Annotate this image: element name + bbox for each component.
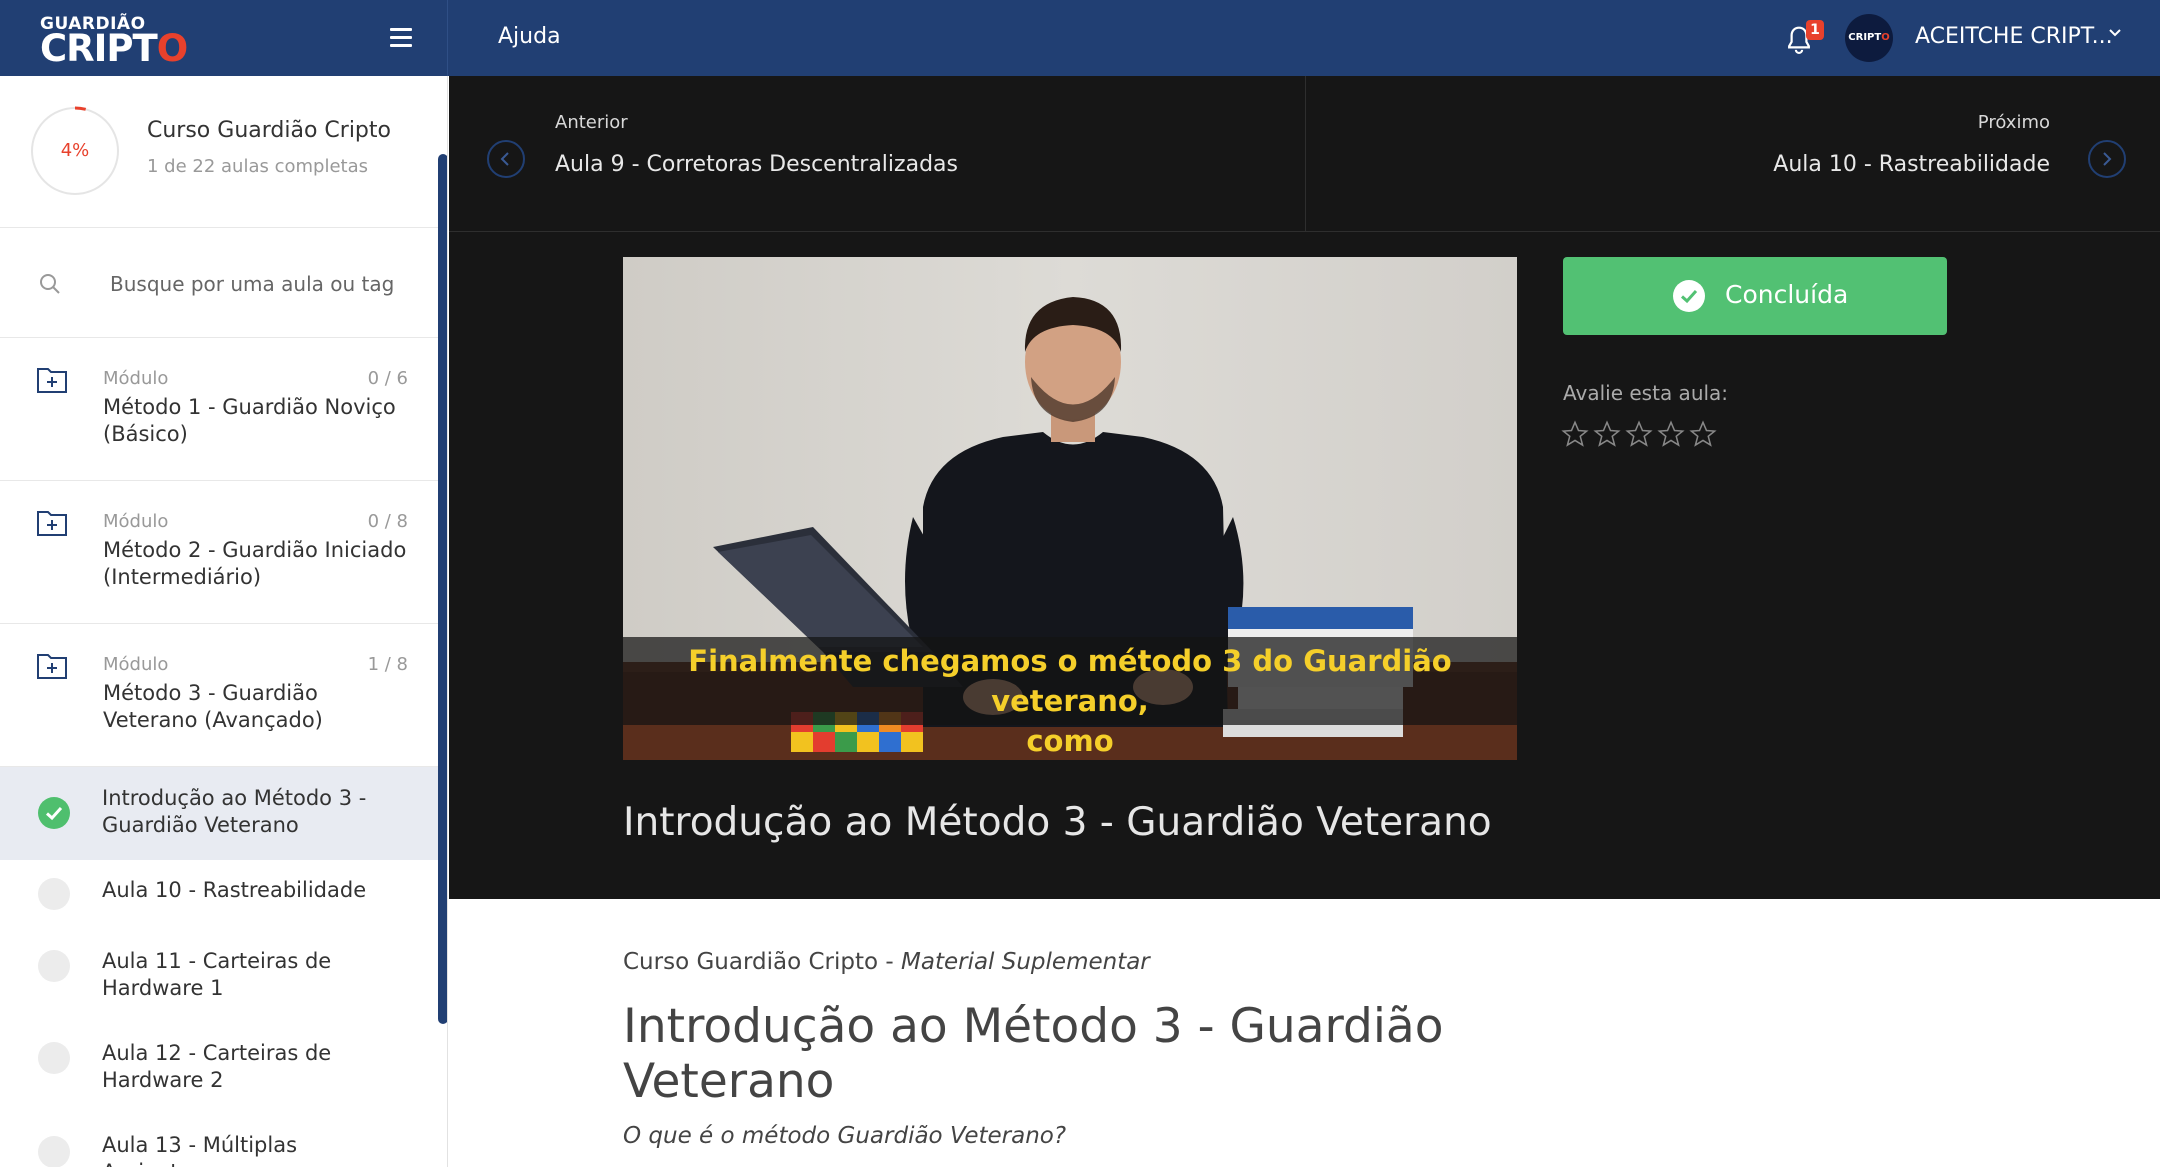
course-progress-text: 1 de 22 aulas completas [147,156,369,177]
avatar-accent: O [1881,32,1890,43]
rating-stars [1561,420,1721,452]
module-item[interactable]: Módulo 0 / 8 Método 2 - Guardião Iniciad… [0,481,438,624]
star-icon[interactable] [1657,420,1685,448]
lesson-search [0,228,438,338]
complete-label: Concluída [1725,280,1849,309]
lesson-item[interactable]: Aula 11 - Carteiras de Hardware 1 [0,926,438,1018]
search-input[interactable] [110,266,410,302]
rating-label: Avalie esta aula: [1563,381,1729,405]
prev-kicker: Anterior [555,112,628,133]
content-question: O que é o método Guardião Veterano? [623,1123,1067,1149]
chevron-left-icon[interactable] [487,140,525,178]
lesson-content: Curso Guardião Cripto - Material Supleme… [449,899,2160,1167]
logo-main-text: CRIPTO [40,27,188,70]
lesson-title: Aula 11 - Carteiras de Hardware 1 [102,949,332,1000]
next-lesson-link[interactable]: Próximo Aula 10 - Rastreabilidade [1307,76,2160,232]
top-bar: GUARDIÃO CRIPTO Ajuda 1 CRIPTO ACEITCHE … [0,0,2160,76]
avatar-text: CRIPT [1848,32,1882,43]
logo[interactable]: GUARDIÃO CRIPTO [0,0,448,76]
content-title: Introdução ao Método 3 - Guardião Vetera… [623,999,1444,1109]
module-count: 0 / 8 [367,511,408,532]
prev-title: Aula 9 - Corretoras Descentralizadas [555,152,958,177]
crumb-separator: - [878,949,901,975]
menu-icon[interactable] [390,28,412,48]
star-icon[interactable] [1689,420,1717,448]
logo-main-letters: CRIPT [40,27,158,70]
lesson-title-heading: Introdução ao Método 3 - Guardião Vetera… [623,800,1492,845]
status-circle-icon [38,950,70,982]
module-count: 1 / 8 [367,654,408,675]
module-kicker: Módulo [103,368,169,389]
lesson-item-active[interactable]: Introdução ao Método 3 - Guardião Vetera… [0,767,438,860]
previous-lesson-link[interactable]: Anterior Aula 9 - Corretoras Descentrali… [449,76,1306,232]
lesson-title: Introdução ao Método 3 - Guardião Vetera… [102,786,367,837]
lesson-player-area: Anterior Aula 9 - Corretoras Descentrali… [449,76,2160,899]
crumb-course: Curso Guardião Cripto [623,949,879,975]
star-icon[interactable] [1561,420,1589,448]
video-player[interactable]: Finalmente chegamos o método 3 do Guardi… [623,257,1517,760]
star-icon[interactable] [1593,420,1621,448]
lesson-title: Aula 10 - Rastreabilidade [102,878,367,902]
next-kicker: Próximo [1977,112,2050,133]
lesson-title: Aula 13 - Múltiplas Assinaturas [102,1133,298,1167]
chevron-right-icon[interactable] [2088,140,2126,178]
lesson-item[interactable]: Aula 13 - Múltiplas Assinaturas [0,1110,438,1167]
status-circle-icon [38,1136,70,1167]
module-kicker: Módulo [103,511,169,532]
breadcrumb: Curso Guardião Cripto - Material Supleme… [623,949,1150,975]
lesson-item[interactable]: Aula 10 - Rastreabilidade [0,860,438,926]
folder-plus-icon [37,654,67,679]
module-count: 0 / 6 [367,368,408,389]
logo-main-accent: O [156,27,188,70]
lesson-nav: Anterior Aula 9 - Corretoras Descentrali… [449,76,2160,232]
notification-badge: 1 [1806,20,1824,40]
check-circle-icon [38,797,70,829]
status-circle-icon [38,878,70,910]
chevron-down-icon[interactable] [2108,26,2122,40]
crumb-section: Material Suplementar [901,949,1150,975]
search-icon [40,274,60,294]
sidebar-scrollbar[interactable] [438,154,447,1024]
progress-percent: 4% [60,140,90,161]
check-circle-icon [1673,280,1705,312]
module-title: Método 2 - Guardião Iniciado (Intermediá… [103,538,407,589]
help-link[interactable]: Ajuda [498,24,561,49]
next-title: Aula 10 - Rastreabilidade [1773,152,2050,177]
module-kicker: Módulo [103,654,169,675]
module-title: Método 3 - Guardião Veterano (Avançado) [103,681,323,732]
folder-plus-icon [37,368,67,393]
video-subtitle: Finalmente chegamos o método 3 do Guardi… [623,637,1517,758]
status-circle-icon [38,1042,70,1074]
course-title: Curso Guardião Cripto [147,118,391,143]
lesson-title: Aula 12 - Carteiras de Hardware 2 [102,1041,332,1092]
subtitle-line-1: Finalmente chegamos o método 3 do Guardi… [688,644,1452,718]
star-icon[interactable] [1625,420,1653,448]
subtitle-line-2: como [1026,724,1114,758]
sidebar: 4% Curso Guardião Cripto 1 de 22 aulas c… [0,76,448,1167]
complete-lesson-button[interactable]: Concluída [1563,257,1947,335]
user-menu[interactable]: ACEITCHE CRIPT... [1915,24,2113,49]
lesson-item[interactable]: Aula 12 - Carteiras de Hardware 2 [0,1018,438,1110]
module-title: Método 1 - Guardião Noviço (Básico) [103,395,396,446]
module-item[interactable]: Módulo 0 / 6 Método 1 - Guardião Noviço … [0,338,438,481]
avatar[interactable]: CRIPTO [1845,14,1893,62]
folder-plus-icon [37,511,67,536]
module-item[interactable]: Módulo 1 / 8 Método 3 - Guardião Veteran… [0,624,438,767]
course-progress: 4% Curso Guardião Cripto 1 de 22 aulas c… [0,76,438,228]
